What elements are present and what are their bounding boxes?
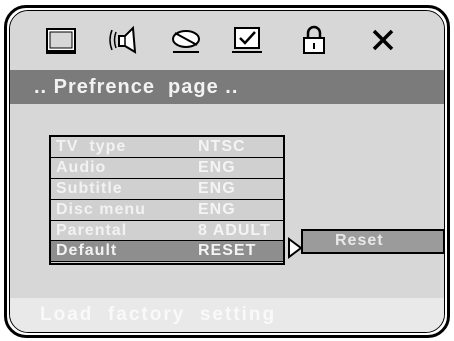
menu-item-audio[interactable]: Audio ENG <box>51 158 283 178</box>
menu-item-value: 8 ADULT <box>198 222 271 239</box>
menu-item-value: NTSC <box>198 138 246 155</box>
osd-panel: .. Prefrence page .. TV type NTSC Audio … <box>9 10 445 333</box>
status-bar: Load factory setting <box>10 298 444 332</box>
menu-item-value: RESET <box>198 242 257 259</box>
menu-item-label: Default <box>56 242 118 259</box>
checkbox-icon[interactable] <box>229 23 265 57</box>
toolbar <box>10 11 444 66</box>
speaker-icon[interactable] <box>105 23 141 57</box>
disc-icon[interactable] <box>168 23 204 57</box>
menu-item-default[interactable]: Default RESET <box>51 240 283 262</box>
status-text: Load factory setting <box>40 304 277 325</box>
menu-item-value: ENG <box>198 159 236 176</box>
menu-item-tv-type[interactable]: TV type NTSC <box>51 137 283 157</box>
menu-item-label: TV type <box>56 138 127 155</box>
menu-item-value: ENG <box>198 180 236 197</box>
menu-item-disc-menu[interactable]: Disc menu ENG <box>51 200 283 220</box>
page-title-bar: .. Prefrence page .. <box>10 70 444 104</box>
tv-icon[interactable] <box>43 23 79 57</box>
lock-icon[interactable] <box>296 23 332 57</box>
reset-button-label: Reset <box>335 232 384 249</box>
menu-item-subtitle[interactable]: Subtitle ENG <box>51 179 283 199</box>
close-icon[interactable] <box>365 23 401 57</box>
menu-item-parental[interactable]: Parental 8 ADULT <box>51 221 283 241</box>
menu-item-label: Subtitle <box>56 180 123 197</box>
reset-button[interactable]: Reset <box>301 229 444 254</box>
page-title: .. Prefrence page .. <box>34 76 239 98</box>
menu-item-value: ENG <box>198 201 236 218</box>
osd-window: .. Prefrence page .. TV type NTSC Audio … <box>4 5 450 338</box>
menu-item-label: Disc menu <box>56 201 146 218</box>
menu-item-label: Parental <box>56 222 128 239</box>
menu-item-label: Audio <box>56 159 107 176</box>
settings-menu: TV type NTSC Audio ENG Subtitle ENG Disc… <box>49 135 285 265</box>
